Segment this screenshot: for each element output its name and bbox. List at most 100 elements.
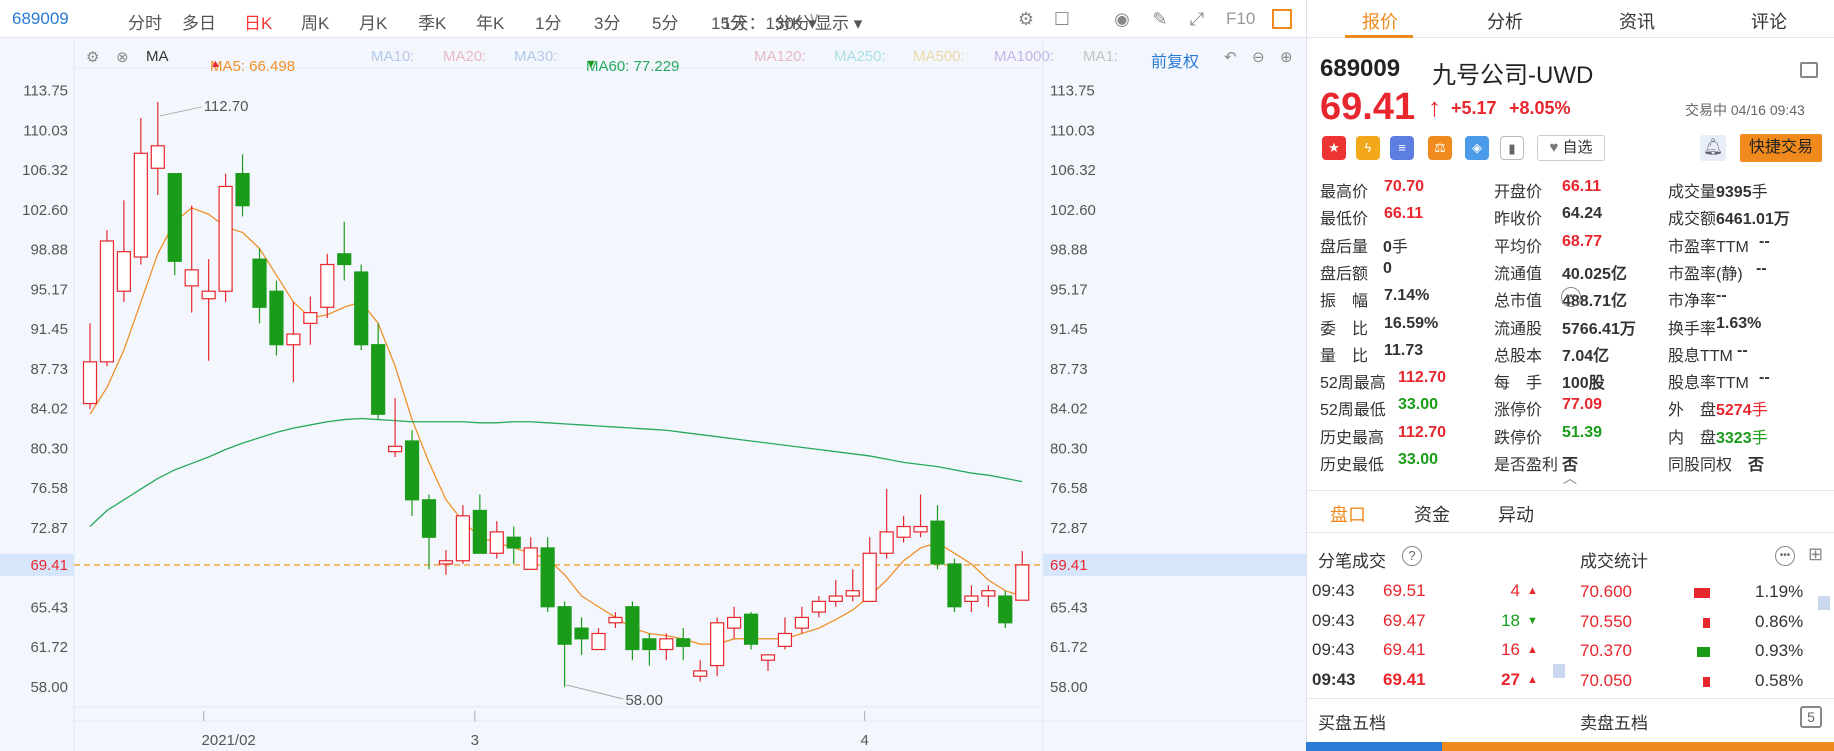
tag-icon[interactable]: ◈	[1465, 136, 1489, 160]
period-4[interactable]: 月K	[359, 9, 387, 34]
ma-bar: ⚙ ⊗ MA MA5: 66.498 ▲ MA10: MA20: MA30: M…	[86, 48, 1293, 75]
field-value: 否	[1748, 457, 1765, 474]
period-1[interactable]: 多日	[182, 9, 216, 34]
tab-funds[interactable]: 资金	[1414, 501, 1450, 527]
more-icon[interactable]: •••	[1561, 287, 1581, 307]
balance-icon[interactable]: ⚖	[1428, 136, 1452, 160]
china-flag-icon[interactable]: ★	[1322, 136, 1346, 160]
y-tick-right: 95.17	[1050, 281, 1088, 298]
tick-volume: 4	[1510, 581, 1520, 600]
field-value: --	[1759, 232, 1770, 250]
ma-settings-icon[interactable]: ⚙	[86, 48, 99, 66]
kline-chart[interactable]: 113.75 113.75 110.03 110.03 106.32 106.32 102.…	[0, 38, 1306, 751]
table-icon[interactable]: ⊞	[1808, 544, 1823, 565]
field-label: 同股同权	[1668, 457, 1733, 474]
stat-percent: 0.93%	[1755, 641, 1804, 660]
period-0[interactable]: 分时	[128, 9, 162, 34]
help-icon[interactable]: ?	[1402, 546, 1422, 566]
y-tick-right: 58.00	[1050, 679, 1088, 696]
y-tick-left: 61.72	[30, 639, 68, 656]
f10-button[interactable]: F10	[1226, 9, 1255, 29]
tab-alerts[interactable]: 异动	[1498, 501, 1534, 527]
field-value: 70.70	[1384, 178, 1425, 195]
zoom-out-icon[interactable]: ⊖	[1252, 48, 1265, 66]
field-label: 开盘价	[1494, 184, 1543, 201]
y-tick-right: 61.72	[1050, 639, 1088, 656]
field-label: 52周最低	[1320, 402, 1386, 420]
display-select[interactable]: 显示 ▾	[815, 9, 862, 34]
camera-icon[interactable]: ◉	[1110, 7, 1134, 31]
y-tick-right: 98.88	[1050, 242, 1088, 259]
field-value: 33.00	[1398, 451, 1439, 468]
tick-price: 69.41	[1383, 640, 1426, 659]
candle-body	[82, 361, 98, 405]
tick-time: 09:43	[1312, 669, 1356, 689]
candle-body	[150, 145, 165, 169]
tab-news[interactable]: 资讯	[1619, 8, 1655, 34]
candle-body	[947, 563, 962, 608]
period-7[interactable]: 1分	[535, 9, 561, 34]
candle-body	[354, 271, 369, 346]
field-label: 成交量	[1668, 184, 1717, 201]
square-icon[interactable]: ☐	[1050, 7, 1074, 31]
stock-code[interactable]: 689009	[12, 9, 69, 29]
collapse-icon[interactable]: ︿	[1563, 468, 1577, 488]
pencil-icon[interactable]: ✎	[1148, 7, 1172, 31]
field-label: 盘后额	[1320, 265, 1369, 283]
tab-comments[interactable]: 评论	[1751, 8, 1787, 34]
period-8[interactable]: 3分	[594, 9, 620, 34]
stats-title: 成交统计	[1580, 552, 1648, 571]
bookmark-icon[interactable]: ▮	[1500, 136, 1524, 160]
tab-orderbook[interactable]: 盘口	[1330, 501, 1366, 527]
tab-analysis[interactable]: 分析	[1487, 8, 1523, 34]
candle-body	[184, 269, 199, 287]
ma-label[interactable]: MA	[146, 48, 169, 65]
y-tick-right: 76.58	[1050, 480, 1088, 497]
panel-toggle-icon[interactable]	[1272, 9, 1292, 29]
field-value: 112.70	[1398, 369, 1447, 387]
period-5[interactable]: 季K	[418, 9, 446, 34]
fullscreen-icon[interactable]: ⤢	[1185, 7, 1209, 31]
watchlist-button[interactable]: ♥ 自选	[1537, 135, 1605, 161]
field-label: 最低价	[1320, 211, 1369, 229]
tick-direction-icon: ▲	[1527, 673, 1538, 686]
stat-price: 70.600	[1580, 582, 1632, 601]
candle-body	[116, 251, 132, 292]
candle-body	[743, 613, 759, 645]
field-value: 66.11	[1562, 178, 1602, 195]
tick-direction-icon: ▲	[1527, 644, 1538, 656]
tab-quote[interactable]: 报价	[1362, 8, 1398, 34]
candle-body	[540, 547, 555, 608]
period-6[interactable]: 年K	[476, 9, 504, 34]
lightning-icon[interactable]: ϟ	[1356, 136, 1380, 160]
kline-svg[interactable]: 113.75 113.75 110.03 110.03 106.32 106.32 102.…	[0, 38, 1306, 751]
field-label: 每 手	[1494, 375, 1543, 393]
database-icon[interactable]: ≡	[1390, 136, 1414, 160]
period-2[interactable]: 日K	[244, 9, 272, 34]
candle-body	[421, 499, 437, 538]
quick-trade-button[interactable]: 快捷交易	[1740, 134, 1822, 162]
y-tick-left: 106.32	[22, 162, 68, 179]
y-tick-left: 76.58	[30, 480, 68, 497]
settings-icon[interactable]: ⚙	[1014, 7, 1038, 31]
bell-icon[interactable]: 🔔︎	[1700, 135, 1726, 161]
field-value: 33.00	[1398, 396, 1439, 414]
stats-more-icon[interactable]: •••	[1775, 546, 1795, 566]
zoom-in-icon[interactable]: ⊕	[1280, 48, 1293, 66]
range-select[interactable]: 1天：1分K ▾	[722, 9, 817, 34]
candle-body	[133, 152, 148, 258]
adjust-button[interactable]: 前复权	[1151, 48, 1199, 72]
field-value: 0	[1383, 259, 1392, 277]
stat-price: 70.370	[1580, 641, 1632, 660]
quote-change: +5.17	[1451, 98, 1497, 118]
undo-icon[interactable]: ↶	[1224, 48, 1237, 66]
scrollbar[interactable]	[1553, 664, 1565, 678]
field-label: 52周最高	[1320, 375, 1386, 393]
candle-body	[472, 509, 487, 554]
scrollbar[interactable]	[1818, 596, 1830, 610]
period-9[interactable]: 5分	[652, 9, 678, 34]
menu-icon[interactable]	[1800, 62, 1818, 78]
period-3[interactable]: 周K	[301, 9, 329, 34]
ma-close-icon[interactable]: ⊗	[116, 48, 129, 66]
five-levels-icon[interactable]: 5	[1800, 706, 1822, 728]
